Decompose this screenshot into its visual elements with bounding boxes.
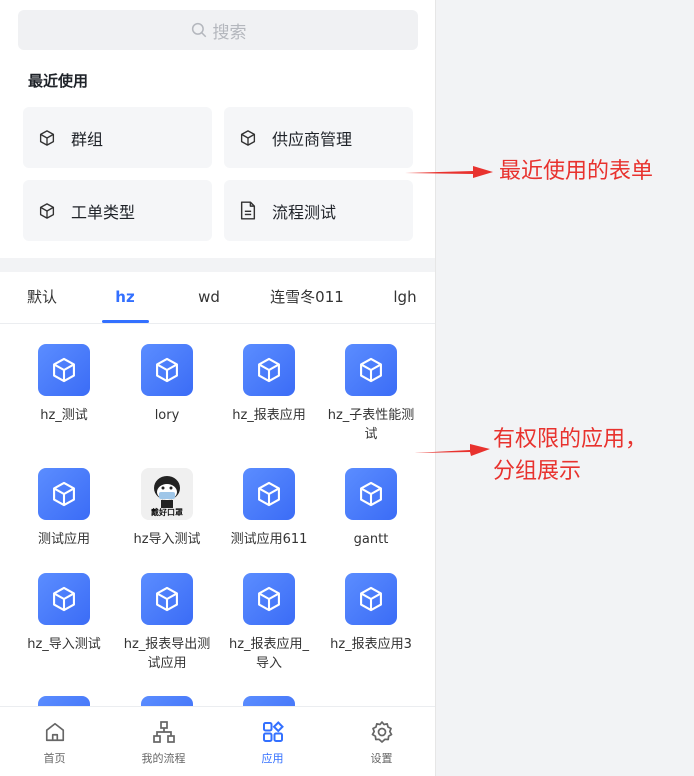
recent-item-label: 供应商管理 xyxy=(272,129,353,149)
mask-sticker-image: 戴好口罩 xyxy=(141,468,193,520)
app-label: hz_测试 xyxy=(40,408,88,423)
recent-item-label: 工单类型 xyxy=(71,202,136,222)
cube-icon xyxy=(38,573,90,625)
annotation-recent-forms: 最近使用的表单 xyxy=(499,159,654,184)
recent-panel: 搜索 最近使用 群组 供应商管理 工单类型 流程测试 xyxy=(0,0,435,258)
nav-apps[interactable]: 应用 xyxy=(218,707,327,776)
app-label: gantt xyxy=(353,532,389,547)
tab-hz[interactable]: hz xyxy=(95,272,155,324)
app-tile[interactable]: hz_报表应用_导入 xyxy=(219,573,319,673)
app-tile[interactable]: hz_子表性能测试 xyxy=(321,344,421,444)
gear-icon xyxy=(327,719,435,745)
group-tabs: 默认 hz wd 连雪冬011 lgh xyxy=(0,272,435,324)
recent-item-label: 群组 xyxy=(71,129,104,149)
recent-item-label: 流程测试 xyxy=(272,202,337,222)
flow-icon xyxy=(109,719,218,745)
search-icon xyxy=(191,22,206,38)
recent-section-title: 最近使用 xyxy=(28,72,89,90)
app-tile[interactable]: hz_报表应用 xyxy=(219,344,319,425)
tab-default[interactable]: 默认 xyxy=(12,272,72,324)
app-tile[interactable]: 测试应用 xyxy=(14,468,114,549)
app-tile[interactable]: 戴好口罩 hz导入测试 xyxy=(117,468,217,549)
cube-icon xyxy=(38,344,90,396)
cube-icon xyxy=(345,573,397,625)
app-label: 测试应用611 xyxy=(230,532,308,547)
active-tab-indicator xyxy=(102,320,149,323)
cube-icon xyxy=(345,344,397,396)
home-icon xyxy=(0,719,109,745)
app-tile[interactable]: hz_导入测试 xyxy=(14,573,114,654)
nav-home[interactable]: 首页 xyxy=(0,707,109,776)
phone-screen: 搜索 最近使用 群组 供应商管理 工单类型 流程测试 默认 hz wd 连雪冬0… xyxy=(0,0,436,776)
app-tile[interactable]: hz_测试 xyxy=(14,344,114,425)
app-label: hz_报表应用3 xyxy=(330,637,412,652)
app-label: 测试应用 xyxy=(37,532,90,547)
apps-panel: 默认 hz wd 连雪冬011 lgh hz_测试 lory hz_报表应用 h… xyxy=(0,272,435,776)
search-placeholder: 搜索 xyxy=(212,22,247,43)
bottom-nav: 首页 我的流程 应用 设置 xyxy=(0,706,435,776)
cube-icon xyxy=(238,128,258,148)
apps-icon xyxy=(218,719,327,745)
cube-icon xyxy=(243,468,295,520)
app-tile[interactable]: 测试应用611 xyxy=(219,468,319,549)
app-label: lory xyxy=(154,408,180,423)
search-input[interactable]: 搜索 xyxy=(18,10,418,50)
app-tile[interactable]: lory xyxy=(117,344,217,425)
annotation-arrow xyxy=(414,444,490,456)
recent-item-flow-test[interactable]: 流程测试 xyxy=(224,180,413,241)
cube-icon xyxy=(243,344,295,396)
nav-label: 我的流程 xyxy=(141,752,186,765)
app-label: hz_子表性能测试 xyxy=(327,408,415,442)
nav-label: 设置 xyxy=(370,752,393,765)
annotation-arrow xyxy=(405,166,493,178)
app-label: hz_报表应用_导入 xyxy=(228,637,310,671)
recent-item-ticket-type[interactable]: 工单类型 xyxy=(23,180,212,241)
tab-wd[interactable]: wd xyxy=(179,272,239,324)
recent-item-qunzu[interactable]: 群组 xyxy=(23,107,212,168)
sticker-caption: 戴好口罩 xyxy=(151,507,183,517)
document-icon xyxy=(238,201,258,221)
app-label: hz_报表应用 xyxy=(232,408,306,423)
nav-label: 应用 xyxy=(261,752,284,765)
tab-lgh[interactable]: lgh xyxy=(375,272,435,324)
nav-label: 首页 xyxy=(43,752,66,765)
app-label: hz_报表导出测试应用 xyxy=(123,637,211,671)
app-tile[interactable]: hz_报表应用3 xyxy=(321,573,421,654)
cube-icon xyxy=(243,573,295,625)
app-label: hz导入测试 xyxy=(133,532,201,547)
app-label: hz_导入测试 xyxy=(27,637,101,652)
cube-icon xyxy=(37,201,57,221)
cube-icon xyxy=(37,128,57,148)
cube-icon xyxy=(141,573,193,625)
nav-my-flow[interactable]: 我的流程 xyxy=(109,707,218,776)
annotation-apps-line2: 分组展示 xyxy=(493,459,582,484)
recent-item-supplier[interactable]: 供应商管理 xyxy=(224,107,413,168)
app-tile[interactable]: hz_报表导出测试应用 xyxy=(117,573,217,673)
cube-icon xyxy=(38,468,90,520)
cube-icon xyxy=(141,344,193,396)
cube-icon xyxy=(345,468,397,520)
app-tile[interactable]: gantt xyxy=(321,468,421,549)
annotation-apps-line1: 有权限的应用， xyxy=(493,427,648,452)
tab-lianxuedong011[interactable]: 连雪冬011 xyxy=(262,272,352,324)
nav-settings[interactable]: 设置 xyxy=(327,707,435,776)
